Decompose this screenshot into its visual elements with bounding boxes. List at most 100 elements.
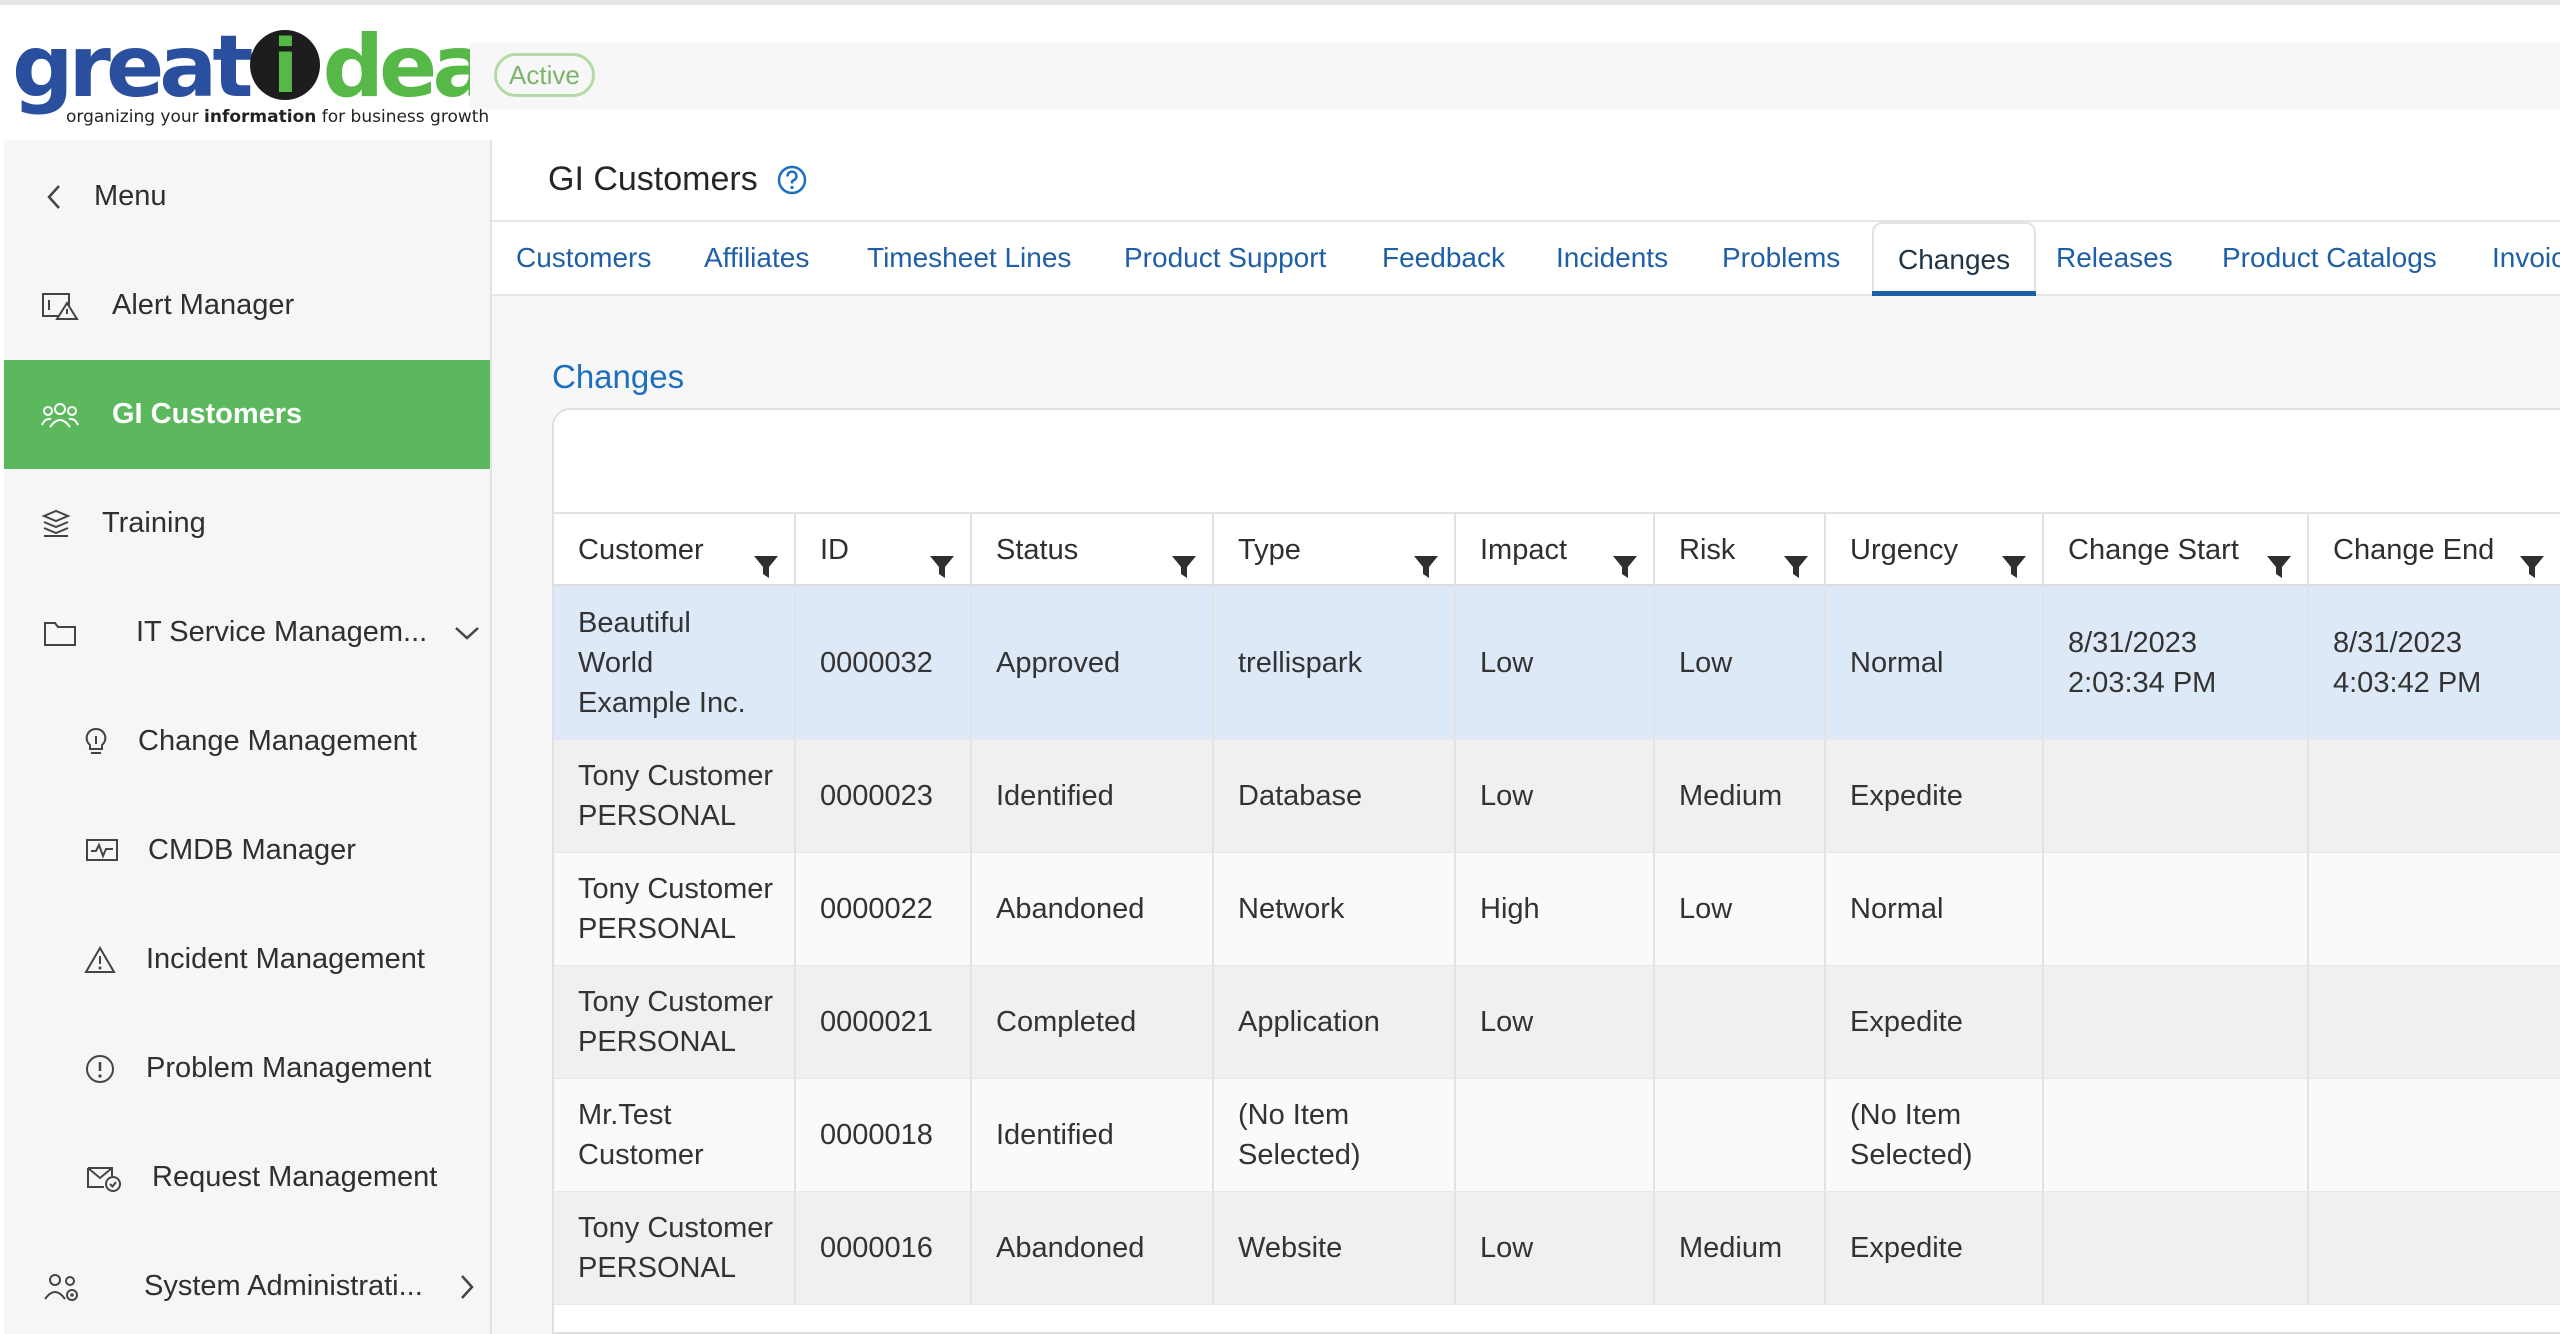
cell-urgency: Normal	[1826, 586, 2044, 739]
sidebar-item-training[interactable]: Training	[4, 469, 490, 578]
column-header-status[interactable]: Status	[972, 514, 1214, 586]
cell-id: 0000016	[796, 1192, 972, 1304]
filter-icon[interactable]	[2000, 536, 2028, 578]
cell-change-end	[2309, 740, 2560, 852]
table-row[interactable]: Tony Customer PERSONAL 0000016 Abandoned We…	[554, 1192, 2560, 1305]
column-header-type[interactable]: Type	[1214, 514, 1456, 586]
filter-icon[interactable]	[928, 536, 956, 578]
tab-timesheet-lines[interactable]: Timesheet Lines	[867, 222, 1071, 294]
cell-urgency: Expedite	[1826, 740, 2044, 852]
filter-icon[interactable]	[1170, 536, 1198, 578]
sidebar-menu-toggle[interactable]: Menu	[4, 142, 490, 251]
grid-header-row: Customer ID Status Type Impact Risk Urgency Cha…	[554, 514, 2560, 586]
tab-affiliates[interactable]: Affiliates	[704, 222, 809, 294]
cell-risk: Low	[1655, 586, 1826, 739]
cell-change-start	[2044, 966, 2309, 1078]
table-row[interactable]: Tony Customer PERSONAL 0000021 Completed Ap…	[554, 966, 2560, 1079]
cell-type: Network	[1214, 853, 1456, 965]
cell-impact	[1456, 1079, 1655, 1191]
training-icon	[36, 504, 76, 544]
cell-status: Identified	[972, 1079, 1214, 1191]
admin-users-icon	[42, 1267, 82, 1307]
page-title: GI Customers	[548, 160, 758, 198]
column-header-change-start[interactable]: Change Start	[2044, 514, 2309, 586]
column-header-label: Impact	[1480, 534, 1568, 566]
sidebar-item-label: System Administrati...	[144, 1270, 423, 1302]
filter-icon[interactable]	[2265, 536, 2293, 578]
sidebar-item-alert-manager[interactable]: Alert Manager	[4, 251, 490, 360]
tab-customers[interactable]: Customers	[516, 222, 651, 294]
sidebar-item-problem-management[interactable]: Problem Management	[4, 1014, 490, 1123]
tab-changes[interactable]: Changes	[1872, 222, 2037, 296]
alert-manager-icon	[40, 286, 80, 326]
cell-change-start	[2044, 853, 2309, 965]
sidebar-item-request-management[interactable]: Request Management	[4, 1123, 490, 1232]
company-logo[interactable]: great i deaz organizing your information f…	[12, 17, 535, 135]
sidebar-item-label: Problem Management	[146, 1052, 432, 1084]
cell-type: (No Item Selected)	[1214, 1079, 1456, 1191]
tab-incidents[interactable]: Incidents	[1556, 222, 1668, 294]
tab-product-catalogs[interactable]: Product Catalogs	[2222, 222, 2437, 294]
cell-change-end	[2309, 1079, 2560, 1191]
sidebar-menu-label: Menu	[94, 180, 167, 212]
main-content: GI Customers Customers Affiliates Timesh…	[492, 140, 2560, 1334]
chevron-down-icon[interactable]	[452, 618, 482, 648]
customers-icon	[40, 395, 80, 435]
cell-risk	[1655, 1079, 1826, 1191]
column-header-risk[interactable]: Risk	[1655, 514, 1826, 586]
logo-i-icon: i	[250, 30, 321, 104]
filter-icon[interactable]	[1782, 536, 1810, 578]
cell-change-start	[2044, 1079, 2309, 1191]
tab-problems[interactable]: Problems	[1722, 222, 1840, 294]
column-header-impact[interactable]: Impact	[1456, 514, 1655, 586]
tab-invoices[interactable]: Invoic	[2492, 222, 2560, 294]
filter-icon[interactable]	[2518, 536, 2546, 578]
column-header-change-end[interactable]: Change End	[2309, 514, 2560, 586]
column-header-label: Status	[996, 534, 1079, 566]
tab-product-support[interactable]: Product Support	[1124, 222, 1326, 294]
sidebar-item-label: GI Customers	[112, 398, 303, 430]
filter-icon[interactable]	[752, 536, 780, 578]
cell-id: 0000032	[796, 586, 972, 739]
tagline-part: organizing your	[66, 107, 205, 127]
filter-icon[interactable]	[1611, 536, 1639, 578]
cell-status: Completed	[972, 966, 1214, 1078]
cell-type: Database	[1214, 740, 1456, 852]
sidebar-item-cmdb-manager[interactable]: CMDB Manager	[4, 796, 490, 905]
sidebar-item-change-management[interactable]: Change Management	[4, 687, 490, 796]
column-header-label: Change Start	[2068, 534, 2239, 566]
chevron-right-icon[interactable]	[452, 1272, 482, 1302]
exclamation-icon	[80, 1049, 120, 1089]
logo-text-great: great	[12, 17, 253, 117]
filter-icon[interactable]	[1412, 536, 1440, 578]
tab-bar: Customers Affiliates Timesheet Lines Pro…	[492, 222, 2560, 296]
cell-id: 0000018	[796, 1079, 972, 1191]
cell-customer: Beautiful World Example Inc.	[554, 586, 796, 739]
cell-customer: Tony Customer PERSONAL	[554, 853, 796, 965]
lightbulb-icon	[76, 722, 116, 762]
column-header-label: Change End	[2333, 534, 2495, 566]
table-row[interactable]: Tony Customer PERSONAL 0000023 Identified D…	[554, 740, 2560, 853]
cell-change-end	[2309, 853, 2560, 965]
sidebar-item-system-administration[interactable]: System Administrati...	[4, 1232, 490, 1334]
table-row[interactable]: Mr.Test Customer 0000018 Identified (No Ite…	[554, 1079, 2560, 1192]
table-row[interactable]: Beautiful World Example Inc. 0000032 Appro…	[554, 586, 2560, 740]
column-header-label: Risk	[1679, 534, 1736, 566]
table-row[interactable]: Tony Customer PERSONAL 0000022 Abandoned Ne…	[554, 853, 2560, 966]
column-header-urgency[interactable]: Urgency	[1826, 514, 2044, 586]
tagline-bold: information	[204, 107, 317, 127]
column-header-customer[interactable]: Customer	[554, 514, 796, 586]
tab-feedback[interactable]: Feedback	[1382, 222, 1505, 294]
sidebar-item-gi-customers[interactable]: GI Customers	[4, 360, 490, 469]
question-circle-icon[interactable]	[776, 164, 808, 196]
sidebar-item-incident-management[interactable]: Incident Management	[4, 905, 490, 1014]
sidebar: Menu Alert Manager GI Customers Training…	[4, 140, 492, 1334]
cell-impact: Low	[1456, 586, 1655, 739]
cell-id: 0000021	[796, 966, 972, 1078]
sidebar-item-label: CMDB Manager	[148, 834, 356, 866]
tab-releases[interactable]: Releases	[2056, 222, 2173, 294]
column-header-id[interactable]: ID	[796, 514, 972, 586]
sidebar-item-it-service-management[interactable]: IT Service Managem...	[4, 578, 490, 687]
monitor-icon	[82, 831, 122, 871]
cell-type: trellispark	[1214, 586, 1456, 739]
